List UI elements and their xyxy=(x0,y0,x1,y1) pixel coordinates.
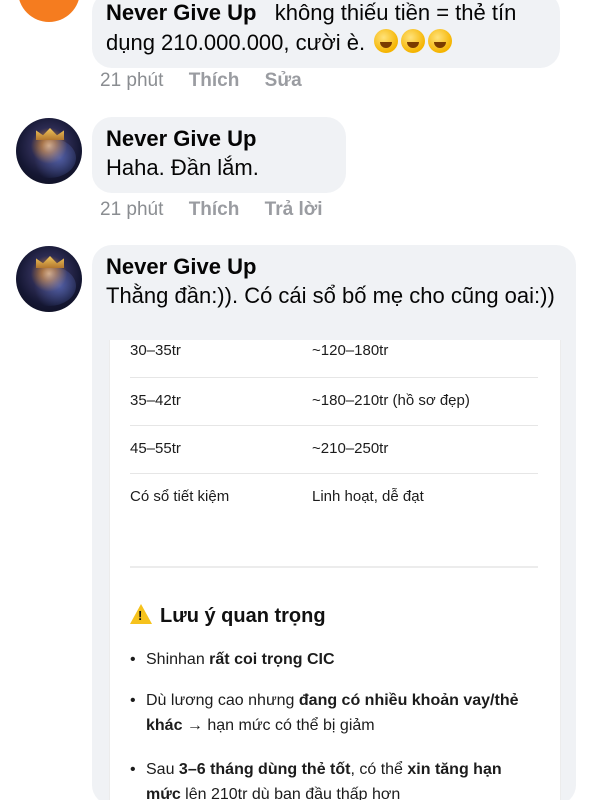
comment-text: Never Give Up không thiếu tiền = thẻ tín… xyxy=(106,0,546,58)
avatar-glow xyxy=(22,266,76,306)
table-row: 45–55tr ~210–250tr xyxy=(130,426,538,474)
bullet-text: lên 210tr dù ban đầu thấp hơn xyxy=(180,786,401,800)
bullet-bold-text: rất coi trọng CIC xyxy=(209,651,335,668)
section-heading: Lưu ý quan trọng xyxy=(130,604,326,628)
comment-author[interactable]: Never Give Up xyxy=(106,125,332,153)
avatar[interactable]: N xyxy=(18,0,80,22)
like-button[interactable]: Thích xyxy=(189,199,240,220)
list-item: Sau 3–6 tháng dùng thẻ tốt, có thể xin t… xyxy=(130,757,540,800)
avatar-glow xyxy=(22,138,76,178)
divider xyxy=(130,566,538,568)
comment-bubble: Never Give Up Haha. Đần lắm. xyxy=(92,117,346,193)
bullet-text: Sau xyxy=(146,761,179,778)
crown-icon xyxy=(36,256,64,268)
section-heading-text: Lưu ý quan trọng xyxy=(160,605,326,627)
rofl-emoji-icon xyxy=(401,29,426,53)
warning-icon xyxy=(130,604,152,624)
comment-time[interactable]: 21 phút xyxy=(100,70,163,91)
comment-author[interactable]: Never Give Up xyxy=(106,253,562,281)
table-row: 30–35tr ~120–180tr xyxy=(130,338,538,378)
crown-icon xyxy=(36,128,64,140)
avatar[interactable] xyxy=(16,118,82,184)
bullet-text: Dù lương cao nhưng xyxy=(146,692,299,709)
comment-body: Haha. Đần lắm. xyxy=(106,155,259,180)
comment-actions: 21 phút Thích Trả lời xyxy=(100,199,343,221)
limit-cell: ~120–180tr xyxy=(312,342,389,359)
list-item: Shinhan rất coi trọng CIC xyxy=(130,647,540,672)
avatar-initial: N xyxy=(38,0,60,7)
table-row: Có sổ tiết kiệm Linh hoạt, dễ đạt xyxy=(130,474,538,522)
bullet-text: → hạn mức có thể bị giảm xyxy=(182,717,375,734)
rofl-emoji-icon xyxy=(428,29,453,53)
attached-image[interactable]: 30–35tr ~120–180tr 35–42tr ~180–210tr (h… xyxy=(109,340,561,800)
income-cell: Có sổ tiết kiệm xyxy=(130,488,230,505)
limit-cell: ~210–250tr xyxy=(312,440,389,457)
income-cell: 35–42tr xyxy=(130,392,181,409)
limit-cell: Linh hoạt, dễ đạt xyxy=(312,488,424,505)
limit-cell: ~180–210tr (hồ sơ đẹp) xyxy=(312,392,470,409)
rofl-emoji-icon xyxy=(374,29,399,53)
comment-actions: 21 phút Thích Sửa xyxy=(100,70,322,92)
income-cell: 45–55tr xyxy=(130,440,181,457)
bullet-text: Shinhan xyxy=(146,651,210,668)
comment-time[interactable]: 21 phút xyxy=(100,199,163,220)
income-cell: 30–35tr xyxy=(130,342,181,359)
reply-button[interactable]: Trả lời xyxy=(265,199,323,220)
avatar[interactable] xyxy=(16,246,82,312)
bullet-bold-text: 3–6 tháng dùng thẻ tốt xyxy=(178,761,351,778)
list-item: Dù lương cao nhưng đang có nhiều khoản v… xyxy=(130,688,540,738)
table-row: 35–42tr ~180–210tr (hồ sơ đẹp) xyxy=(130,378,538,426)
edit-button[interactable]: Sửa xyxy=(265,70,302,91)
comment-author[interactable]: Never Give Up xyxy=(106,0,256,25)
comment-bubble: Never Give Up không thiếu tiền = thẻ tín… xyxy=(92,0,560,68)
bullet-text: , có thể xyxy=(350,761,408,778)
comment-body: Thằng đần:)). Có cái sổ bố mẹ cho cũng o… xyxy=(106,283,555,308)
like-button[interactable]: Thích xyxy=(189,70,240,91)
